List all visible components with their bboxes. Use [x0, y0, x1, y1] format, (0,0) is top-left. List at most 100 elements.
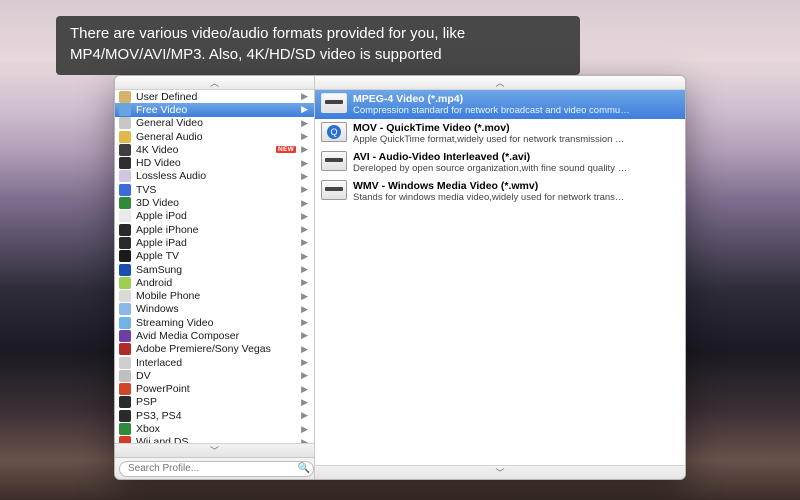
format-item[interactable]: Q MOV - QuickTime Video (*.mov)Apple Quic…	[315, 119, 685, 148]
format-thumb-icon	[321, 93, 347, 113]
chevron-right-icon: ▶	[301, 251, 308, 262]
category-label: Xbox	[136, 423, 296, 435]
new-badge: NEW	[276, 146, 296, 153]
chevron-right-icon: ▶	[301, 184, 308, 195]
format-desc: Dereloped by open source organization,wi…	[353, 163, 677, 174]
format-desc: Apple QuickTime format,widely used for n…	[353, 134, 677, 145]
category-item[interactable]: Xbox ▶	[115, 422, 314, 435]
category-list[interactable]: User Defined▶Free Video▶General Video▶Ge…	[115, 90, 314, 443]
category-item[interactable]: 4K Video NEW ▶	[115, 143, 314, 156]
category-item[interactable]: General Audio▶	[115, 130, 314, 143]
format-title: MOV - QuickTime Video (*.mov)	[353, 122, 677, 134]
chevron-up-icon: ︿	[495, 76, 504, 89]
search-input[interactable]	[119, 461, 314, 477]
category-icon	[119, 303, 131, 315]
callout-line2: MP4/MOV/AVI/MP3. Also, 4K/HD/SD video is…	[70, 46, 442, 63]
format-thumb-icon	[321, 180, 347, 200]
chevron-down-icon: ﹀	[495, 466, 504, 479]
chevron-right-icon: ▶	[301, 118, 308, 129]
category-icon	[119, 131, 131, 143]
category-label: DV	[136, 370, 296, 382]
chevron-right-icon: ▶	[301, 384, 308, 395]
category-label: Apple iPhone	[136, 224, 296, 236]
chevron-right-icon: ▶	[301, 91, 308, 102]
category-label: PowerPoint	[136, 383, 296, 395]
format-scroll-down-button[interactable]: ﹀	[315, 465, 685, 479]
chevron-right-icon: ▶	[301, 424, 308, 435]
category-item[interactable]: Mobile Phone ▶	[115, 289, 314, 302]
category-label: General Audio	[136, 131, 296, 143]
category-item[interactable]: Windows ▶	[115, 303, 314, 316]
chevron-right-icon: ▶	[301, 304, 308, 315]
chevron-right-icon: ▶	[301, 237, 308, 248]
category-item[interactable]: Apple iPod▶	[115, 210, 314, 223]
format-list[interactable]: MPEG-4 Video (*.mp4)Compression standard…	[315, 90, 685, 465]
chevron-right-icon: ▶	[301, 144, 308, 155]
category-icon	[119, 237, 131, 249]
category-label: Adobe Premiere/Sony Vegas	[136, 343, 296, 355]
chevron-right-icon: ▶	[301, 171, 308, 182]
format-item[interactable]: AVI - Audio-Video Interleaved (*.avi)Der…	[315, 148, 685, 177]
category-item[interactable]: PS3, PS4▶	[115, 409, 314, 422]
category-icon	[119, 277, 131, 289]
format-title: MPEG-4 Video (*.mp4)	[353, 93, 677, 105]
chevron-right-icon: ▶	[301, 410, 308, 421]
format-scroll-up-button[interactable]: ︿	[315, 76, 685, 90]
category-item[interactable]: TVS▶	[115, 183, 314, 196]
category-item[interactable]: General Video▶	[115, 117, 314, 130]
category-item[interactable]: PSP▶	[115, 396, 314, 409]
category-icon	[119, 436, 131, 443]
category-item[interactable]: Apple iPad▶	[115, 236, 314, 249]
category-item[interactable]: Android▶	[115, 276, 314, 289]
category-item[interactable]: Apple iPhone ▶	[115, 223, 314, 236]
format-texts: WMV - Windows Media Video (*.wmv)Stands …	[353, 180, 677, 203]
category-label: 3D Video	[136, 197, 296, 209]
category-icon	[119, 91, 131, 103]
category-icon	[119, 264, 131, 276]
format-texts: AVI - Audio-Video Interleaved (*.avi)Der…	[353, 151, 677, 174]
chevron-right-icon: ▶	[301, 104, 308, 115]
category-item[interactable]: HD Video ▶	[115, 156, 314, 169]
format-texts: MPEG-4 Video (*.mp4)Compression standard…	[353, 93, 677, 116]
category-label: Apple TV	[136, 250, 296, 262]
chevron-right-icon: ▶	[301, 317, 308, 328]
category-label: Mobile Phone	[136, 290, 296, 302]
category-scroll-down-button[interactable]: ﹀	[115, 443, 314, 457]
chevron-right-icon: ▶	[301, 158, 308, 169]
category-label: 4K Video	[136, 144, 269, 156]
category-column: ︿ User Defined▶Free Video▶General Video▶…	[115, 76, 315, 479]
category-icon	[119, 343, 131, 355]
category-item[interactable]: DV▶	[115, 369, 314, 382]
category-item[interactable]: PowerPoint ▶	[115, 383, 314, 396]
category-icon	[119, 250, 131, 262]
category-item[interactable]: Interlaced▶	[115, 356, 314, 369]
chevron-right-icon: ▶	[301, 277, 308, 288]
category-icon	[119, 170, 131, 182]
format-item[interactable]: WMV - Windows Media Video (*.wmv)Stands …	[315, 177, 685, 206]
category-item[interactable]: SamSung ▶	[115, 263, 314, 276]
format-desc: Stands for windows media video,widely us…	[353, 192, 677, 203]
category-icon	[119, 357, 131, 369]
format-thumb-icon: Q	[321, 122, 347, 142]
category-item[interactable]: Streaming Video▶	[115, 316, 314, 329]
category-item[interactable]: 3D Video▶	[115, 196, 314, 209]
format-item[interactable]: MPEG-4 Video (*.mp4)Compression standard…	[315, 90, 685, 119]
chevron-right-icon: ▶	[301, 224, 308, 235]
category-item[interactable]: Avid Media Composer▶	[115, 329, 314, 342]
category-item[interactable]: Lossless Audio▶	[115, 170, 314, 183]
category-scroll-up-button[interactable]: ︿	[115, 76, 314, 90]
category-item[interactable]: User Defined▶	[115, 90, 314, 103]
category-label: Windows	[136, 303, 296, 315]
desktop-background: There are various video/audio formats pr…	[0, 0, 800, 500]
chevron-right-icon: ▶	[301, 291, 308, 302]
format-texts: MOV - QuickTime Video (*.mov)Apple Quick…	[353, 122, 677, 145]
chevron-right-icon: ▶	[301, 264, 308, 275]
category-icon	[119, 383, 131, 395]
category-item[interactable]: Adobe Premiere/Sony Vegas▶	[115, 343, 314, 356]
category-item[interactable]: Apple TV ▶	[115, 250, 314, 263]
chevron-right-icon: ▶	[301, 397, 308, 408]
category-item[interactable]: Free Video▶	[115, 103, 314, 116]
category-item[interactable]: Wii and DS▶	[115, 436, 314, 443]
category-label: HD Video	[136, 157, 296, 169]
category-label: SamSung	[136, 264, 296, 276]
